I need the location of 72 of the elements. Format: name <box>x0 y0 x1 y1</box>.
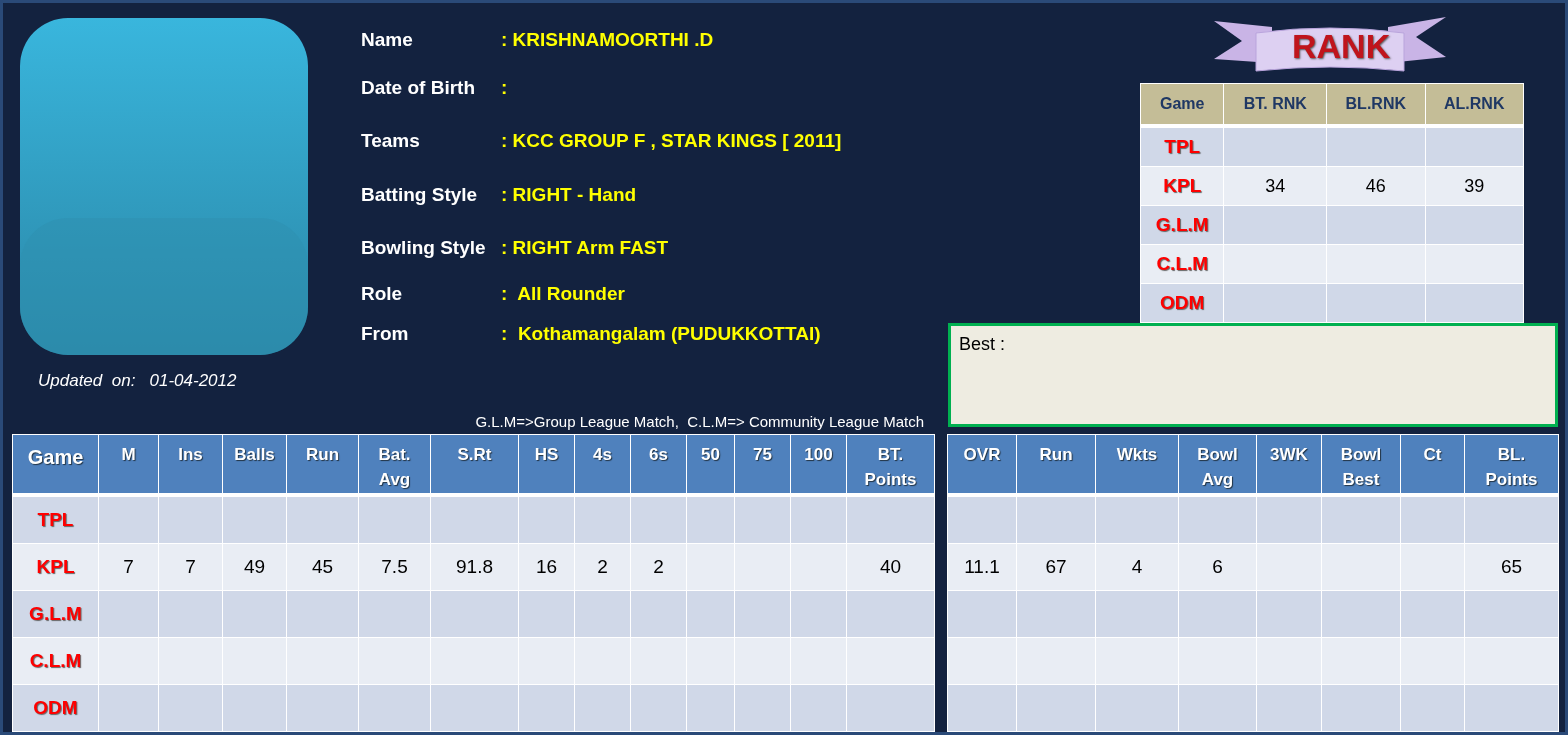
column-header: AL.RNK <box>1425 83 1524 126</box>
column-header: 50 <box>686 434 735 495</box>
column-header: Run <box>286 434 359 495</box>
game-label: G.L.M <box>1155 214 1209 235</box>
column-header: S.Rt <box>430 434 519 495</box>
column-header: OVR <box>947 434 1017 495</box>
best-label: Best : <box>959 334 1006 354</box>
table-cell: 4 <box>1131 555 1143 577</box>
table-cell: 16 <box>535 555 558 577</box>
column-header: 6s <box>630 434 687 495</box>
field-label: Role <box>361 283 404 305</box>
field-value: : RIGHT - Hand <box>501 184 637 206</box>
column-header: Run <box>1016 434 1096 495</box>
field-label: Batting Style <box>361 184 479 206</box>
column-header: BT. RNK <box>1223 83 1327 126</box>
column-header: BT. Points <box>846 434 935 495</box>
game-label: ODM <box>1160 292 1205 313</box>
game-label: KPL <box>1163 175 1202 196</box>
table-cell: 2 <box>653 555 664 577</box>
column-header: M <box>98 434 159 495</box>
table-cell: 7.5 <box>381 555 408 577</box>
column-header: BL.RNK <box>1326 83 1425 126</box>
column-header: 4s <box>574 434 631 495</box>
game-label: C.L.M <box>1156 253 1209 274</box>
column-header: Balls <box>222 434 287 495</box>
field-value: : Kothamangalam (PUDUKKOTTAI) <box>501 323 821 345</box>
column-header: 75 <box>734 434 791 495</box>
column-header: Bowl Best <box>1321 434 1401 495</box>
column-header: 3WK <box>1256 434 1322 495</box>
column-header: Bat. Avg <box>358 434 431 495</box>
table-cell: 11.1 <box>964 555 1000 577</box>
game-label: TPL <box>1164 136 1201 157</box>
field-value: : KRISHNAMOORTHI .D <box>501 29 714 51</box>
table-cell: 7 <box>185 555 196 577</box>
field-label: Teams <box>361 130 421 152</box>
column-header: Ct <box>1400 434 1465 495</box>
column-header: HS <box>518 434 575 495</box>
field-label: Date of Birth <box>361 77 476 99</box>
table-cell: 46 <box>1365 175 1386 196</box>
legend-text: G.L.M=>Group League Match, C.L.M=> Community League Match <box>474 413 925 430</box>
table-cell: 49 <box>243 555 266 577</box>
field-value: : <box>501 77 508 99</box>
rank-title: RANK <box>1292 27 1391 66</box>
column-header: Game <box>12 434 99 495</box>
table-cell: 7 <box>123 555 134 577</box>
field-label: Bowling Style <box>361 237 487 259</box>
table-cell: 91.8 <box>456 555 493 577</box>
updated-date: Updated on: 01-04-2012 <box>38 371 238 391</box>
column-header: 100 <box>790 434 847 495</box>
table-cell: 2 <box>597 555 608 577</box>
field-value: : KCC GROUP F , STAR KINGS [ 2011] <box>501 130 842 152</box>
column-header: Wkts <box>1095 434 1179 495</box>
field-label: Name <box>361 29 414 51</box>
table-cell: 45 <box>311 555 334 577</box>
game-label: TPL <box>37 508 74 530</box>
game-label: G.L.M <box>29 602 82 624</box>
game-label: KPL <box>36 555 75 577</box>
column-header: BL. Points <box>1464 434 1559 495</box>
field-label: From <box>361 323 410 345</box>
column-header: Bowl Avg <box>1178 434 1257 495</box>
table-cell: 40 <box>879 555 902 577</box>
field-value: : RIGHT Arm FAST <box>501 237 669 259</box>
table-cell: 39 <box>1464 175 1485 196</box>
table-cell: 67 <box>1045 555 1067 577</box>
game-label: ODM <box>33 696 78 718</box>
field-value: : All Rounder <box>501 283 625 305</box>
table-cell: 6 <box>1212 555 1223 577</box>
table-cell: 65 <box>1500 555 1523 577</box>
game-label: C.L.M <box>29 649 82 671</box>
table-cell: 34 <box>1265 175 1286 196</box>
column-header: Game <box>1140 83 1224 126</box>
column-header: Ins <box>158 434 223 495</box>
